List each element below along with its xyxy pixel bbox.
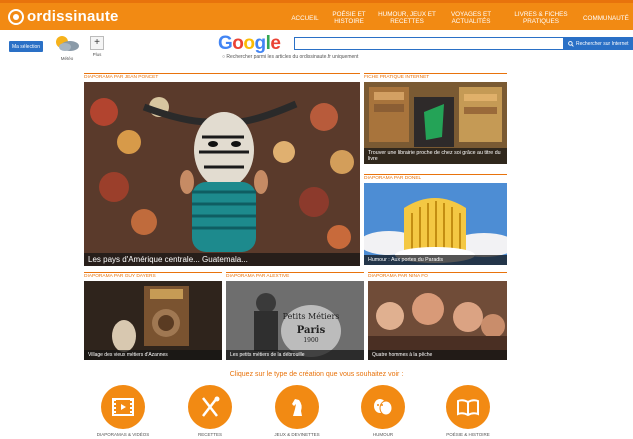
weather-label: Météo <box>60 56 74 61</box>
search-scope-label: Rechercher parmi les articles du ordissi… <box>226 54 359 60</box>
search-icon <box>568 40 574 47</box>
weather-widget[interactable]: Météo <box>52 34 82 64</box>
tile-paradise[interactable]: Humour : Aux portes du Paradis <box>364 183 507 265</box>
nav-communaute[interactable]: COMMUNAUTÉ <box>583 7 633 29</box>
nav-livres-fiches[interactable]: LIVRES & FICHES PRATIQUES <box>503 7 579 29</box>
category-label-poesie: POÉSIE & HISTOIRE <box>446 432 490 437</box>
search-input[interactable] <box>294 37 564 50</box>
svg-text:Paris: Paris <box>297 325 326 336</box>
featured-tile-masks[interactable]: Les pays d'Amérique centrale... Guatemal… <box>84 82 360 266</box>
tile-petits-metiers[interactable]: Petits Métiers Paris 1900 Les petits mét… <box>226 281 364 360</box>
village-caption: Village des vieux métiers d'Azannes <box>84 350 222 360</box>
masks-image <box>84 82 360 266</box>
nav-voyages-actualites[interactable]: VOYAGES ET ACTUALITÉS <box>440 7 502 29</box>
category-label-recettes: RECETTES <box>197 432 222 437</box>
paradise-caption: Humour : Aux portes du Paradis <box>364 255 507 265</box>
film-icon <box>112 398 134 416</box>
section-label-s2: DIAPORAMA PAR ALEXTIVE <box>226 272 364 279</box>
category-recettes[interactable] <box>188 385 232 429</box>
tile-quatre-hommes[interactable]: Quatre hommes à la pêche <box>368 281 507 360</box>
featured-caption: Les pays d'Amérique centrale... Guatemal… <box>84 253 360 266</box>
village-image <box>84 281 222 360</box>
category-humour[interactable] <box>361 385 405 429</box>
section-label-pratique: FICHE PRATIQUE INTERNET <box>364 73 507 80</box>
search-scope-option[interactable]: ○ Rechercher parmi les articles du ordis… <box>222 54 358 60</box>
bookshop-caption: Trouver une librairie proche de chez soi… <box>364 148 507 164</box>
top-navigation-bar: ordissinaute ACCUEIL POÉSIE ET HISTOIRE … <box>0 0 633 30</box>
tile-village[interactable]: Village des vieux métiers d'Azannes <box>84 281 222 360</box>
theater-masks-icon <box>374 399 393 416</box>
section-label-s3: DIAPORAMA PAR NINA FO <box>368 272 507 279</box>
google-logo: Google <box>218 33 281 54</box>
petits-metiers-caption: Les petits métiers de la débrouille <box>226 350 364 360</box>
logo-icon <box>8 8 24 25</box>
toolbar: Ma sélection Météo + Plus Google Recherc… <box>0 30 633 70</box>
section-label-dessin: DIAPORAMA PAR DONEL <box>364 174 507 181</box>
open-book-icon <box>457 399 479 417</box>
tile-bookshop[interactable]: Trouver une librairie proche de chez soi… <box>364 82 507 164</box>
svg-text:1900: 1900 <box>303 337 318 344</box>
nav-accueil[interactable]: ACCUEIL <box>285 7 325 29</box>
search-button-label: Rechercher sur Internet <box>576 40 629 47</box>
weather-icon <box>56 36 79 51</box>
nav-poesie-histoire[interactable]: POÉSIE ET HISTOIRE <box>325 7 373 29</box>
section-label-s1: DIAPORAMA PAR GUY DAYERS <box>84 272 222 279</box>
category-jeux[interactable] <box>275 385 319 429</box>
svg-text:Petits Métiers: Petits Métiers <box>283 312 340 321</box>
chess-knight-icon <box>292 399 302 416</box>
cta-text: Cliquez sur le type de création que vous… <box>229 371 404 378</box>
logo[interactable]: ordissinaute <box>8 8 119 25</box>
quatre-hommes-image <box>368 281 507 360</box>
category-label-humour: HUMOUR <box>372 432 394 437</box>
search-button[interactable]: Rechercher sur Internet <box>564 37 633 50</box>
logo-text: ordissinaute <box>27 8 119 25</box>
category-label-diaporamas: DIAPORAMAS & VIDÉOS <box>96 432 150 437</box>
category-poesie[interactable] <box>446 385 490 429</box>
category-label-jeux: JEUX & DEVINETTES <box>274 432 320 437</box>
quatre-hommes-caption: Quatre hommes à la pêche <box>368 350 507 360</box>
plus-label: Plus <box>92 52 102 57</box>
petits-metiers-image: Petits Métiers Paris 1900 <box>226 281 364 360</box>
section-label-main: DIAPORAMA PAR JEAN PONCET <box>84 73 360 80</box>
paradise-image <box>364 183 507 265</box>
plus-icon: + <box>94 37 100 48</box>
fork-knife-icon <box>202 396 220 417</box>
nav-humour-jeux-recettes[interactable]: HUMOUR, JEUX ET RECETTES <box>376 7 438 29</box>
plus-button[interactable]: + <box>90 36 104 50</box>
category-diaporamas-videos[interactable] <box>101 385 145 429</box>
selection-button[interactable]: Ma sélection <box>9 41 43 52</box>
